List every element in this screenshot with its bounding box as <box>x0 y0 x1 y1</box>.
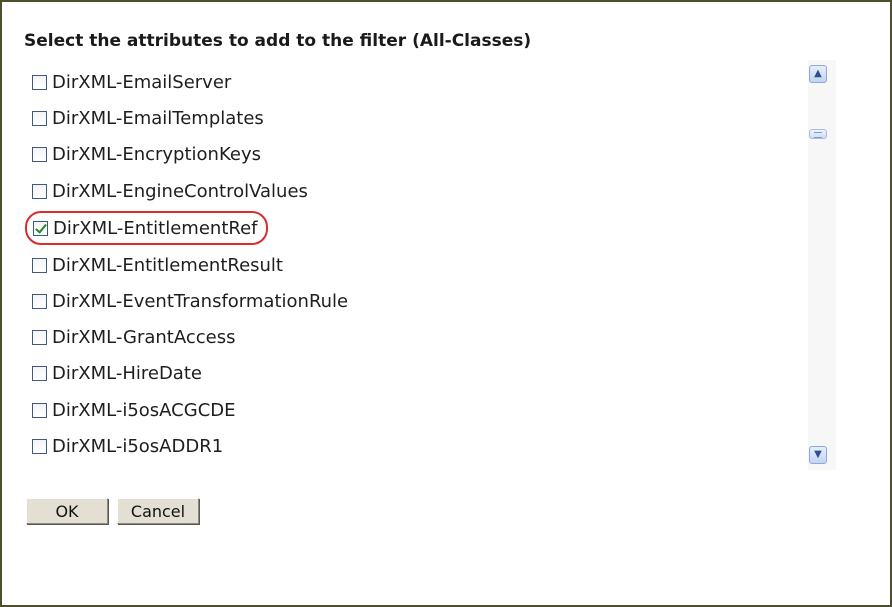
checkbox[interactable] <box>32 110 47 126</box>
attribute-label: DirXML-HireDate <box>52 362 202 384</box>
scroll-up-button[interactable]: ▲ <box>809 65 827 83</box>
attribute-item-eventtransformationrule[interactable]: DirXML-EventTransformationRule <box>32 287 348 315</box>
attribute-label: DirXML-EngineControlValues <box>52 180 308 202</box>
checkbox[interactable] <box>32 146 47 162</box>
attribute-label: DirXML-GrantAccess <box>52 326 236 348</box>
checkbox[interactable] <box>32 402 47 418</box>
attribute-item-enginecontrolvalues[interactable]: DirXML-EngineControlValues <box>32 177 308 205</box>
checkbox-checked[interactable] <box>33 220 48 236</box>
checkbox[interactable] <box>32 257 47 273</box>
attribute-item-grantaccess[interactable]: DirXML-GrantAccess <box>32 323 235 351</box>
attribute-label: DirXML-i5osADDR1 <box>52 435 224 457</box>
attribute-label: DirXML-EncryptionKeys <box>52 143 261 165</box>
attribute-list: DirXML-EmailServer DirXML-EmailTemplates… <box>22 60 842 470</box>
chevron-up-icon: ▲ <box>814 68 822 79</box>
checkbox[interactable] <box>32 438 47 454</box>
attribute-label: DirXML-EventTransformationRule <box>52 290 349 312</box>
checkbox[interactable] <box>32 293 47 309</box>
attribute-item-i5osacgcde[interactable]: DirXML-i5osACGCDE <box>32 396 236 424</box>
attribute-select-dialog: Select the attributes to add to the filt… <box>0 0 892 607</box>
attribute-item-entitlementresult[interactable]: DirXML-EntitlementResult <box>32 251 283 279</box>
attribute-item-entitlementref[interactable]: DirXML-EntitlementRef <box>25 211 268 245</box>
checkbox[interactable] <box>32 74 47 90</box>
attribute-item-encryptionkeys[interactable]: DirXML-EncryptionKeys <box>32 140 261 168</box>
attribute-item-emailserver[interactable]: DirXML-EmailServer <box>32 68 231 96</box>
attribute-label: DirXML-EntitlementRef <box>53 217 258 239</box>
list-scrollbar[interactable]: ▲ ▼ <box>808 60 836 470</box>
scroll-down-button[interactable]: ▼ <box>809 446 827 464</box>
chevron-down-icon: ▼ <box>814 449 822 460</box>
attribute-item-emailtemplates[interactable]: DirXML-EmailTemplates <box>32 104 264 132</box>
dialog-heading: Select the attributes to add to the filt… <box>24 31 532 51</box>
attribute-label: DirXML-EntitlementResult <box>52 254 283 276</box>
ok-button[interactable]: OK <box>26 498 108 524</box>
attribute-item-i5osaddr1[interactable]: DirXML-i5osADDR1 <box>32 432 223 460</box>
attribute-item-hiredate[interactable]: DirXML-HireDate <box>32 359 202 387</box>
attribute-label: DirXML-EmailTemplates <box>52 107 264 129</box>
cancel-button[interactable]: Cancel <box>117 498 199 524</box>
checkbox[interactable] <box>32 365 47 381</box>
attribute-label: DirXML-EmailServer <box>52 71 232 93</box>
scroll-thumb[interactable] <box>809 129 827 139</box>
checkbox[interactable] <box>32 183 47 199</box>
checkbox[interactable] <box>32 329 47 345</box>
attribute-label: DirXML-i5osACGCDE <box>52 399 236 421</box>
